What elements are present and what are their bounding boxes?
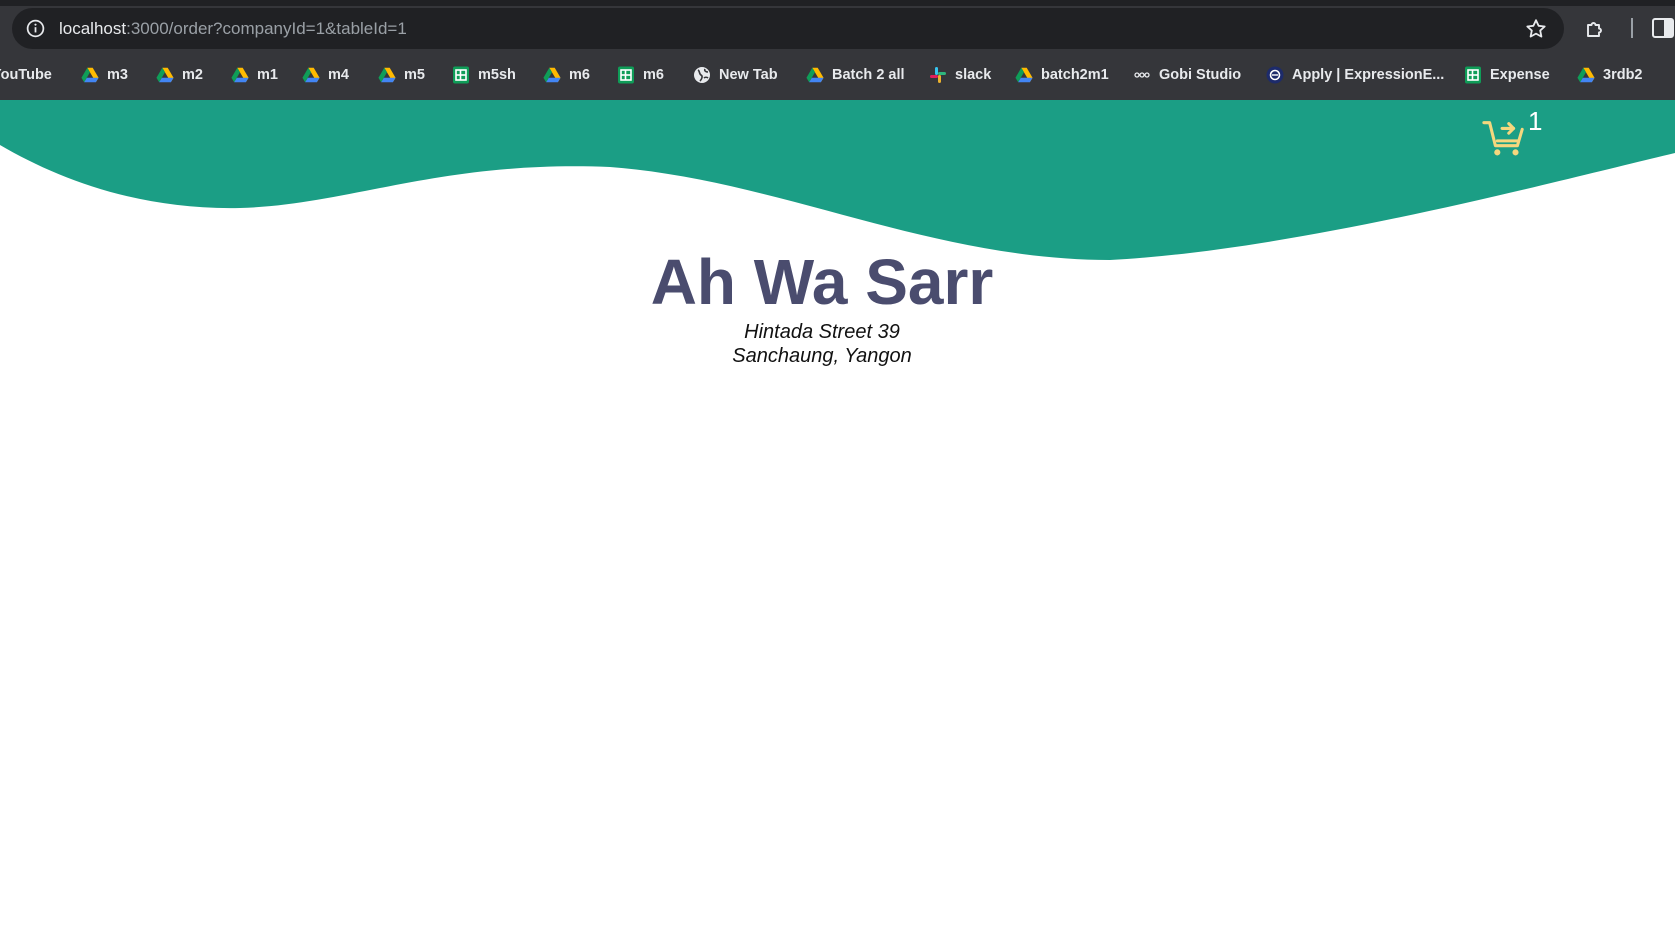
address-bar[interactable]: localhost:3000/order?companyId=1&tableId…: [12, 8, 1564, 49]
bookmark-item[interactable]: m2: [156, 60, 203, 90]
extensions-icon[interactable]: [1584, 16, 1608, 40]
bookmark-item[interactable]: New Tab: [693, 60, 778, 90]
url-host: localhost: [59, 19, 127, 38]
google-sheets-icon: [618, 66, 634, 84]
bookmark-item[interactable]: m6: [543, 60, 590, 90]
bookmark-item[interactable]: Apply | ExpressionE...: [1266, 60, 1444, 90]
bookmark-item[interactable]: m5: [378, 60, 425, 90]
bookmark-item[interactable]: 3rdb2: [1577, 60, 1643, 90]
bookmark-label: Gobi Studio: [1159, 67, 1242, 83]
bookmark-item[interactable]: batch2m1: [1015, 60, 1109, 90]
expression-icon: [1266, 66, 1284, 84]
bookmark-item[interactable]: Expense: [1464, 60, 1550, 90]
tab-strip: [0, 0, 1675, 6]
bookmark-label: m1: [257, 67, 278, 83]
toolbar-divider: [1631, 18, 1633, 38]
google-drive-icon: [302, 67, 320, 83]
bookmark-label: slack: [955, 67, 992, 83]
globe-icon: [694, 67, 710, 83]
bookmark-label: m5sh: [478, 67, 516, 83]
bookmark-label: m3: [107, 67, 128, 83]
side-panel-icon[interactable]: [1651, 17, 1675, 39]
bookmark-item[interactable]: m3: [81, 60, 128, 90]
bookmark-item[interactable]: m5sh: [452, 60, 516, 90]
google-drive-icon: [81, 67, 99, 83]
slack-icon: [930, 67, 946, 83]
cart-plus-icon[interactable]: [1481, 115, 1527, 161]
bookmarks-bar: YouTube m3 m2 m1 m4 m5 m5sh m6 m6 New Tab Batch 2 …: [0, 60, 1675, 90]
bookmark-label: Apply | ExpressionE...: [1292, 67, 1445, 83]
google-drive-icon: [806, 67, 824, 83]
order-page: 1 Ah Wa Sarr Hintada Street 39 Sanchaung…: [0, 100, 1675, 932]
google-drive-icon: [378, 67, 396, 83]
bookmark-item[interactable]: slack: [929, 60, 991, 90]
bookmark-label: m4: [328, 67, 349, 83]
restaurant-name: Ah Wa Sarr: [650, 246, 994, 318]
google-sheets-icon: [453, 66, 469, 84]
bookmark-label: Batch 2 all: [832, 67, 905, 83]
address-line-1: Hintada Street 39: [744, 321, 900, 343]
bookmark-label: m6: [569, 67, 590, 83]
google-drive-icon: [1577, 67, 1595, 83]
bookmark-label: m5: [404, 67, 425, 83]
google-drive-icon: [1015, 67, 1033, 83]
site-info-icon[interactable]: [25, 18, 46, 39]
gobi-icon: [1133, 69, 1151, 81]
google-drive-icon: [543, 67, 561, 83]
bookmark-item[interactable]: Gobi Studio: [1133, 60, 1241, 90]
url-text[interactable]: localhost:3000/order?companyId=1&tableId…: [59, 18, 407, 39]
bookmark-item[interactable]: m4: [302, 60, 349, 90]
bookmark-item[interactable]: m6: [617, 60, 664, 90]
bookmark-label: batch2m1: [1041, 67, 1109, 83]
google-drive-icon: [231, 67, 249, 83]
bookmark-item[interactable]: m1: [231, 60, 278, 90]
bookmark-item[interactable]: YouTube: [0, 60, 52, 90]
bookmark-label: 3rdb2: [1603, 67, 1643, 83]
bookmark-label: New Tab: [719, 67, 778, 83]
url-path: :3000/order?companyId=1&tableId=1: [126, 19, 407, 38]
header-wave: [0, 100, 1675, 260]
browser-chrome: localhost:3000/order?companyId=1&tableId…: [0, 0, 1675, 100]
bookmark-star-icon[interactable]: [1524, 17, 1548, 41]
address-line-2: Sanchaung, Yangon: [732, 345, 912, 367]
google-drive-icon: [156, 67, 174, 83]
bookmark-label: Expense: [1490, 67, 1550, 83]
bookmark-item[interactable]: Batch 2 all: [806, 60, 905, 90]
cart-count-badge[interactable]: 1: [1528, 106, 1542, 137]
google-sheets-icon: [1465, 66, 1481, 84]
bookmark-label: YouTube: [0, 67, 52, 83]
bookmark-label: m2: [182, 67, 203, 83]
bookmark-label: m6: [643, 67, 664, 83]
